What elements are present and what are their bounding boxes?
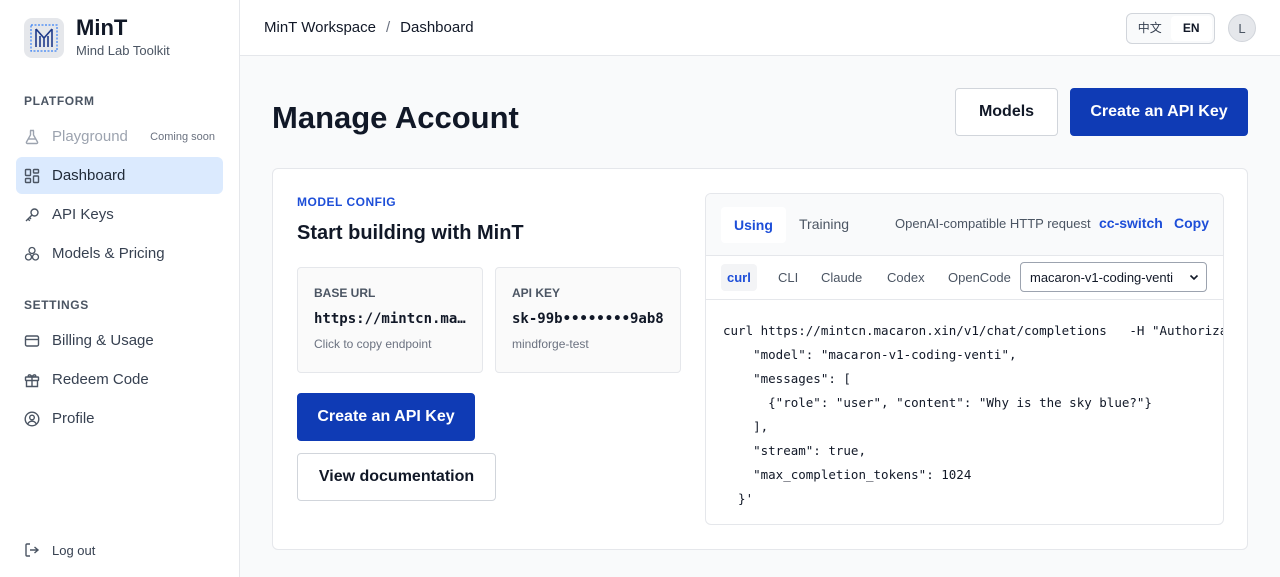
model-select-value: macaron-v1-coding-venti bbox=[1030, 269, 1174, 285]
cube-icon bbox=[24, 246, 40, 262]
topbar: MinT Workspace / Dashboard 中文 EN L bbox=[240, 0, 1280, 56]
sidebar-item-label: Playground bbox=[52, 128, 128, 145]
sidebar: MinT Mind Lab Toolkit PLATFORM Playgroun… bbox=[0, 0, 240, 577]
tab-using[interactable]: Using bbox=[721, 207, 786, 243]
copy-button[interactable]: Copy bbox=[1174, 215, 1209, 231]
sidebar-item-label: Redeem Code bbox=[52, 371, 149, 388]
code-panel-header: Using Training OpenAI-compatible HTTP re… bbox=[706, 194, 1223, 256]
sidebar-item-label: Billing & Usage bbox=[52, 332, 154, 349]
sidebar-item-label: Profile bbox=[52, 410, 95, 427]
sidebar-item-label: API Keys bbox=[52, 206, 114, 223]
sidebar-item-playground: Playground Coming soon bbox=[16, 118, 223, 155]
subtab-claude[interactable]: Claude bbox=[815, 264, 868, 291]
code-line: "model": "macaron-v1-coding-venti", bbox=[723, 347, 1017, 362]
sidebar-item-label: Models & Pricing bbox=[52, 245, 165, 262]
sidebar-item-profile[interactable]: Profile bbox=[16, 400, 223, 437]
subtab-codex[interactable]: Codex bbox=[881, 264, 931, 291]
sidebar-item-label: Dashboard bbox=[52, 167, 126, 184]
base-url-value: https://mintcn.macaron.xin/v1 bbox=[314, 311, 466, 327]
view-documentation-button[interactable]: View documentation bbox=[297, 453, 496, 501]
models-button[interactable]: Models bbox=[955, 88, 1058, 136]
language-switcher: 中文 EN bbox=[1126, 13, 1215, 44]
api-key-name: mindforge-test bbox=[512, 337, 589, 351]
code-line: }' bbox=[723, 491, 754, 506]
grid-icon bbox=[24, 168, 40, 184]
key-icon bbox=[24, 207, 40, 223]
sidebar-item-dashboard[interactable]: Dashboard bbox=[16, 157, 223, 194]
card-title: Start building with MinT bbox=[297, 222, 524, 244]
logout-label: Log out bbox=[52, 542, 96, 558]
model-select[interactable]: macaron-v1-coding-venti bbox=[1020, 262, 1207, 292]
lang-option-en[interactable]: EN bbox=[1170, 16, 1212, 41]
subtab-curl[interactable]: curl bbox=[721, 264, 757, 291]
code-line: {"role": "user", "content": "Why is the … bbox=[723, 395, 1152, 410]
api-key-field[interactable]: API KEY sk-99b••••••••9ab8 mindforge-tes… bbox=[495, 267, 681, 373]
logout-button[interactable]: Log out bbox=[24, 542, 95, 558]
breadcrumb: MinT Workspace / Dashboard bbox=[264, 19, 474, 36]
api-key-value: sk-99b••••••••9ab8 bbox=[512, 311, 664, 327]
coming-soon-badge: Coming soon bbox=[150, 130, 215, 143]
avatar[interactable]: L bbox=[1228, 14, 1256, 42]
subtab-cli[interactable]: CLI bbox=[772, 264, 804, 291]
code-line: "max_completion_tokens": 1024 bbox=[723, 467, 972, 482]
create-api-key-button[interactable]: Create an API Key bbox=[1070, 88, 1248, 136]
flask-icon bbox=[24, 129, 40, 145]
code-line: "stream": true, bbox=[723, 443, 866, 458]
code-line: curl https://mintcn.macaron.xin/v1/chat/… bbox=[723, 323, 1223, 338]
breadcrumb-separator: / bbox=[385, 19, 391, 36]
card-create-api-key-button[interactable]: Create an API Key bbox=[297, 393, 475, 441]
brand-subtitle: Mind Lab Toolkit bbox=[76, 43, 170, 58]
breadcrumb-current: Dashboard bbox=[400, 19, 474, 36]
platform-section-label: PLATFORM bbox=[24, 94, 95, 108]
logout-icon bbox=[24, 542, 40, 558]
brand[interactable]: MinT Mind Lab Toolkit bbox=[24, 17, 170, 58]
api-key-label: API KEY bbox=[512, 286, 561, 300]
user-circle-icon bbox=[24, 410, 40, 427]
base-url-field[interactable]: BASE URL https://mintcn.macaron.xin/v1 C… bbox=[297, 267, 483, 373]
code-block: curl https://mintcn.macaron.xin/v1/chat/… bbox=[723, 319, 1223, 511]
code-subtabs: curl CLI Claude Codex OpenCode macaron-v… bbox=[706, 256, 1223, 300]
brand-name: MinT bbox=[76, 15, 128, 40]
chevron-down-icon bbox=[1189, 272, 1199, 282]
base-url-hint: Click to copy endpoint bbox=[314, 337, 432, 351]
cc-switch-link[interactable]: cc-switch bbox=[1099, 215, 1163, 231]
sidebar-item-models-pricing[interactable]: Models & Pricing bbox=[16, 235, 223, 272]
base-url-label: BASE URL bbox=[314, 286, 376, 300]
gift-icon bbox=[24, 372, 40, 388]
lang-option-zh[interactable]: 中文 bbox=[1129, 16, 1171, 41]
tab-training[interactable]: Training bbox=[799, 216, 849, 232]
sidebar-item-redeem-code[interactable]: Redeem Code bbox=[16, 361, 223, 398]
model-config-card: MODEL CONFIG Start building with MinT BA… bbox=[272, 168, 1248, 550]
breadcrumb-workspace[interactable]: MinT Workspace bbox=[264, 19, 376, 36]
code-line: "messages": [ bbox=[723, 371, 851, 386]
sidebar-item-api-keys[interactable]: API Keys bbox=[16, 196, 223, 233]
page-title: Manage Account bbox=[272, 100, 519, 135]
subtab-opencode[interactable]: OpenCode bbox=[942, 264, 1017, 291]
sidebar-item-billing-usage[interactable]: Billing & Usage bbox=[16, 322, 223, 359]
mint-logo-icon bbox=[24, 17, 64, 58]
code-line: ], bbox=[723, 419, 769, 434]
code-panel: Using Training OpenAI-compatible HTTP re… bbox=[705, 193, 1224, 525]
request-type-note: OpenAI-compatible HTTP request bbox=[895, 216, 1091, 231]
settings-section-label: SETTINGS bbox=[24, 298, 89, 312]
model-config-eyebrow: MODEL CONFIG bbox=[297, 195, 397, 209]
credit-card-icon bbox=[24, 333, 40, 349]
